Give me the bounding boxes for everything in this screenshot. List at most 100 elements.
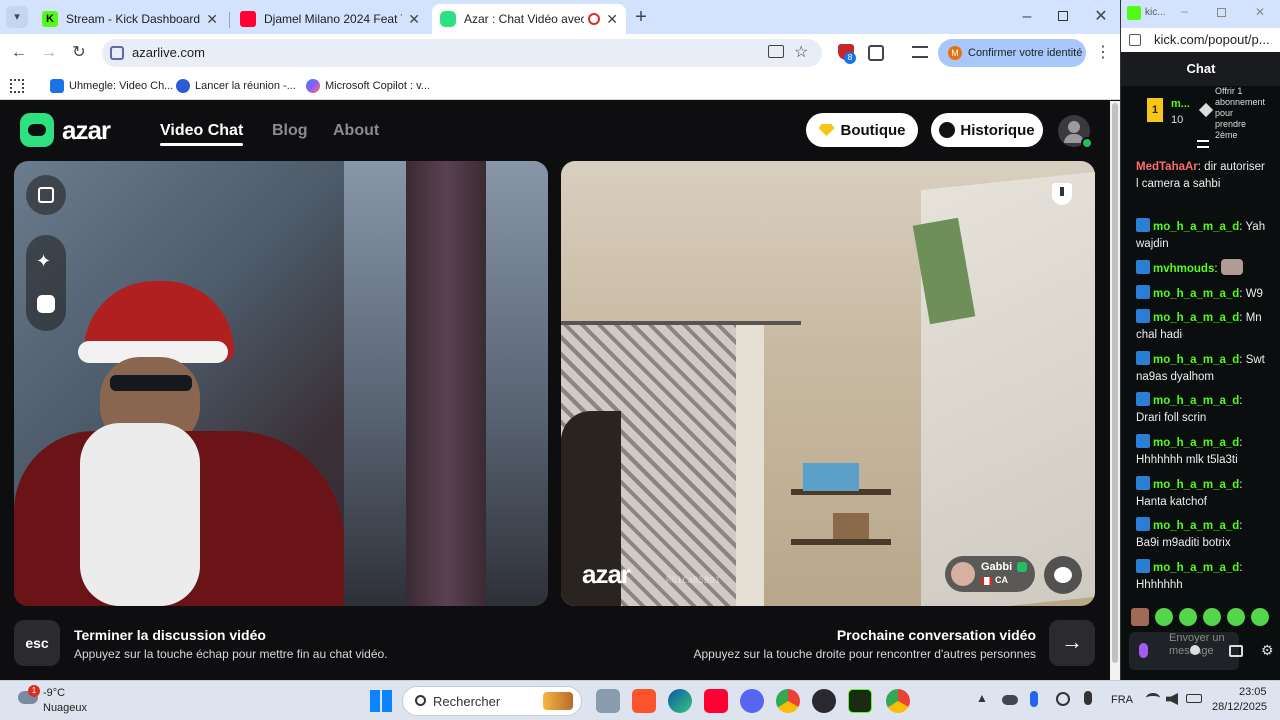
next-arrow-button[interactable]: → [1049,620,1095,666]
apps-grid-icon[interactable] [10,79,24,93]
extension-shield-icon[interactable]: 8 [838,44,856,64]
star-icon[interactable]: ☆ [794,42,808,62]
clock-time[interactable]: 23:05 [1239,686,1267,698]
language-indicator[interactable]: FRA [1111,694,1133,706]
nav-video-chat[interactable]: Video Chat [160,122,244,146]
chat-username[interactable]: mo_h_a_m_a_d [1153,562,1239,574]
menu-kebab-icon[interactable]: ⋮ [1092,42,1114,64]
bluetooth-icon[interactable] [1030,691,1038,707]
sticker-face-icon[interactable] [37,295,55,313]
chat-username[interactable]: MedTahaAr [1136,161,1198,173]
gift-offer-text[interactable]: Offrir 1 abonnement pour prendre 2ème [1215,86,1265,141]
bookmark-copilot[interactable]: Microsoft Copilot : v... [306,77,430,95]
volume-icon[interactable] [1166,693,1178,705]
azar-logo-icon[interactable] [20,113,54,147]
partner-badge[interactable]: Gabbi CA [945,556,1035,592]
tab-azar[interactable]: Azar : Chat Vidéo avec de n ✕ [432,4,626,34]
report-shield-icon[interactable] [1052,183,1072,205]
emote-button[interactable] [1251,608,1269,626]
boutique-button[interactable]: Boutique [806,113,918,147]
chat-username[interactable]: mo_h_a_m_a_d [1153,395,1239,407]
obs-icon[interactable] [812,689,836,713]
historique-button[interactable]: Historique [931,113,1043,147]
youtube-icon[interactable] [704,689,728,713]
confirm-identity-button[interactable]: M Confirmer votre identité [938,39,1086,67]
minimize-icon[interactable]: – [1181,4,1188,18]
search-highlight-icon [543,692,573,710]
microphone-icon[interactable] [1084,691,1092,705]
chat-bubble-button[interactable] [1044,556,1082,594]
bookmark-uhmegle[interactable]: Uhmegle: Video Ch... [50,77,173,95]
tray-chevron-icon[interactable]: ▲ [976,691,988,705]
brave-icon[interactable] [632,689,656,713]
taskbar-search-input[interactable]: Rechercher [402,686,582,716]
file-explorer-icon[interactable] [596,689,620,713]
emote-button[interactable] [1131,608,1149,626]
back-icon[interactable]: ← [8,42,30,64]
chat-username[interactable]: mo_h_a_m_a_d [1153,221,1239,233]
tab-youtube[interactable]: Djamel Milano 2024 Feat Tchikou ✕ [232,4,428,34]
page-scrollbar[interactable] [1110,101,1120,680]
cast-icon[interactable] [768,45,784,58]
address-bar[interactable]: azarlive.com ☆ [102,39,822,67]
kick-studio-icon[interactable] [848,689,872,713]
close-window-icon[interactable]: ✕ [1090,6,1112,28]
esc-key-button[interactable]: esc [14,620,60,666]
discord-icon[interactable] [740,689,764,713]
store-icon[interactable] [1229,645,1243,657]
edge-icon[interactable] [668,689,692,713]
nav-blog[interactable]: Blog [272,122,308,140]
emote-button[interactable] [1179,608,1197,626]
flag-canada-icon [981,577,992,585]
collapse-view-button[interactable] [26,175,66,215]
minimize-icon[interactable]: – [1016,6,1038,28]
chat-username[interactable]: mo_h_a_m_a_d [1153,312,1239,324]
emote-button[interactable] [1203,608,1221,626]
new-tab-icon[interactable]: + [630,6,652,28]
forward-icon[interactable]: → [38,42,60,64]
tab-search-icon[interactable]: ▾ [6,6,28,28]
chat-username[interactable]: mo_h_a_m_a_d [1153,354,1239,366]
close-tab-icon[interactable]: ✕ [206,11,218,28]
maximize-icon[interactable] [1217,8,1226,17]
chat-username[interactable]: mo_h_a_m_a_d [1153,437,1239,449]
nav-about[interactable]: About [333,122,379,140]
extensions-puzzle-icon[interactable] [868,45,884,61]
maximize-icon[interactable] [1052,6,1074,28]
media-control-icon[interactable] [912,46,928,58]
filter-icon[interactable] [1197,140,1209,148]
wifi-icon[interactable] [1146,693,1160,703]
bookmark-zoom[interactable]: Lancer la réunion -... [176,77,296,95]
onedrive-icon[interactable] [1002,695,1018,705]
chat-message-input[interactable]: Envoyer un message [1129,632,1239,670]
settings-gear-icon[interactable]: ⚙ [1261,642,1274,659]
search-icon [415,695,426,706]
chat-username[interactable]: mvhmouds [1153,263,1214,275]
microphone-icon[interactable] [1139,643,1148,658]
clock-date[interactable]: 28/12/2025 [1212,701,1267,713]
close-tab-icon[interactable]: ✕ [408,11,420,28]
sync-icon[interactable] [1056,692,1070,706]
emoji-icon[interactable] [1190,645,1200,655]
chrome-icon[interactable] [776,689,800,713]
profile-avatar-button[interactable] [1058,115,1093,149]
emote-button[interactable] [1227,608,1245,626]
azar-logo-text[interactable]: azar [62,115,111,146]
close-tab-icon[interactable]: ✕ [606,11,618,28]
chrome-profile-icon[interactable] [886,689,910,713]
tab-kick-dashboard[interactable]: K Stream - Kick Dashboard ✕ [34,4,226,34]
chat-username[interactable]: mo_h_a_m_a_d [1153,520,1239,532]
reload-icon[interactable]: ↻ [68,42,90,64]
chat-username[interactable]: mo_h_a_m_a_d [1153,479,1239,491]
battery-icon[interactable] [1186,694,1202,703]
scrollbar-thumb[interactable] [1112,103,1118,663]
sparkle-filter-icon[interactable]: ✦ [36,251,51,272]
emote-button[interactable] [1155,608,1173,626]
chat-text: Drari foll scrin [1136,412,1207,424]
weather-widget[interactable]: 1 -9°C Nuageux [14,685,104,717]
chat-username[interactable]: mo_h_a_m_a_d [1153,288,1239,300]
chat-address-bar[interactable]: kick.com/popout/p... [1121,28,1280,52]
windows-start-icon[interactable] [370,690,392,712]
close-window-icon[interactable]: ✕ [1255,5,1265,19]
site-info-icon[interactable] [110,46,124,60]
